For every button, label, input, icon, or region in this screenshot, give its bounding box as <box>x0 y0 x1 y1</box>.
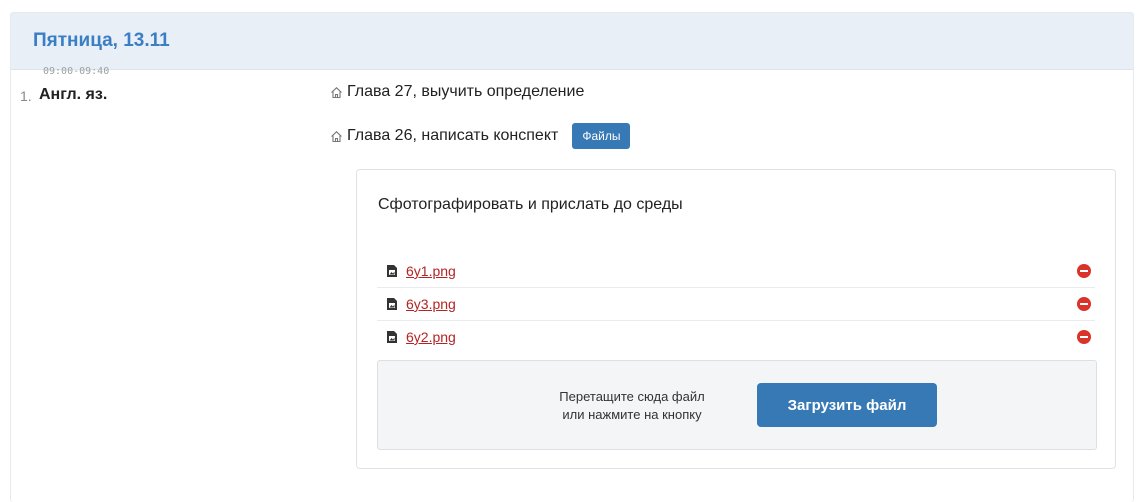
lesson-name: Англ. яз. <box>39 86 108 103</box>
files-panel: Сфотографировать и прислать до среды 6y1… <box>356 169 1116 469</box>
homework-text: Глава 26, написать конспект <box>347 127 559 144</box>
home-icon <box>331 86 342 98</box>
lesson-number: 1. <box>20 88 32 104</box>
file-image-icon <box>387 265 397 277</box>
file-image-icon <box>387 298 397 310</box>
homework-item: Глава 27, выучить определение <box>330 83 584 101</box>
file-link[interactable]: 6y1.png <box>406 263 456 279</box>
delete-icon[interactable] <box>1077 330 1091 344</box>
file-link[interactable]: 6y2.png <box>406 329 456 345</box>
files-button[interactable]: Файлы <box>572 123 631 149</box>
file-row: 6y3.png <box>377 288 1095 321</box>
homework-item: Глава 26, написать конспект Файлы <box>330 123 631 149</box>
upload-file-button[interactable]: Загрузить файл <box>757 383 937 427</box>
day-header: Пятница, 13.11 <box>11 13 1133 70</box>
delete-icon[interactable] <box>1077 297 1091 311</box>
file-row: 6y2.png <box>377 321 1095 353</box>
file-dropzone[interactable]: Перетащите сюда файл или нажмите на кноп… <box>377 360 1097 450</box>
file-list: 6y1.png 6y3.png 6y2.png <box>377 255 1095 353</box>
dropzone-hint-line: Перетащите сюда файл <box>559 389 705 404</box>
file-image-icon <box>387 331 397 343</box>
dropzone-hint-line: или нажмите на кнопку <box>562 407 702 422</box>
dropzone-hint: Перетащите сюда файл или нажмите на кноп… <box>537 388 727 424</box>
delete-icon[interactable] <box>1077 264 1091 278</box>
lesson-time: 09:00-09:40 <box>43 66 110 77</box>
file-row: 6y1.png <box>377 255 1095 288</box>
day-title: Пятница, 13.11 <box>33 30 170 51</box>
home-icon <box>331 130 342 142</box>
homework-text: Глава 27, выучить определение <box>347 83 585 100</box>
file-link[interactable]: 6y3.png <box>406 296 456 312</box>
files-description: Сфотографировать и прислать до среды <box>378 196 683 213</box>
